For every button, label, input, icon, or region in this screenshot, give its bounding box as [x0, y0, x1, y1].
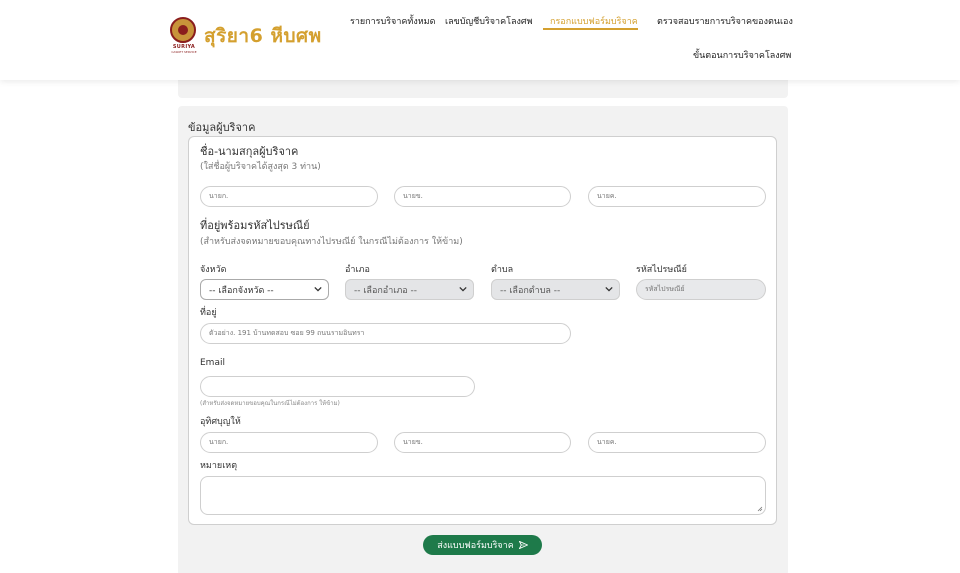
nav-bank-account[interactable]: เลขบัญชีบริจาคโลงศพ — [445, 14, 533, 28]
subdistrict-select[interactable]: -- เลือกตำบล -- — [491, 279, 620, 300]
donor-name-label: ชื่อ-นามสกุลผู้บริจาค — [200, 145, 299, 158]
chevron-down-icon — [459, 286, 467, 292]
donor-name-hint: (ใส่ชื่อผู้บริจาคได้สูงสุด 3 ท่าน) — [200, 162, 321, 172]
nav-donation-form[interactable]: กรอกแบบฟอร์มบริจาค — [550, 14, 638, 28]
chevron-down-icon — [605, 286, 613, 292]
district-label: อำเภอ — [345, 265, 370, 275]
dedication-label: อุทิศบุญให้ — [200, 417, 241, 427]
brand-name: สุริยา6 หีบศพ — [204, 25, 322, 47]
province-select[interactable]: -- เลือกจังหวัด -- — [200, 279, 329, 300]
dedication-input-1[interactable]: นายก. — [200, 432, 378, 453]
nav-check-my-donation[interactable]: ตรวจสอบรายการบริจาคของตนเอง — [657, 14, 793, 28]
district-select-value: -- เลือกอำเภอ -- — [354, 285, 418, 296]
nav-all-donations[interactable]: รายการบริจาคทั้งหมด — [350, 14, 435, 28]
address-input[interactable]: ตัวอย่าง. 191 บ้านทดสอบ ซอย 99 ถนนรามอิน… — [200, 323, 571, 344]
email-hint: (สำหรับส่งจดหมายขอบคุณในกรณีไม่ต้องการ ใ… — [200, 400, 340, 407]
province-label: จังหวัด — [200, 265, 227, 275]
address-section-hint: (สำหรับส่งจดหมายขอบคุณทางไปรษณีย์ ในกรณี… — [200, 237, 463, 247]
submit-label: ส่งแบบฟอร์มบริจาค — [437, 541, 514, 551]
subdistrict-label: ตำบล — [491, 265, 514, 275]
remarks-label: หมายเหตุ — [200, 461, 238, 471]
district-select[interactable]: -- เลือกอำเภอ -- — [345, 279, 474, 300]
subdistrict-select-value: -- เลือกตำบล -- — [500, 285, 561, 296]
address-label: ที่อยู่ — [200, 308, 217, 318]
logo-emblem-icon: SURIYA CASKET SERVICE — [170, 17, 198, 55]
nav-donation-steps[interactable]: ขั้นตอนการบริจาคโลงศพ — [693, 48, 791, 62]
chevron-down-icon — [314, 286, 322, 292]
dedication-input-3[interactable]: นายค. — [588, 432, 766, 453]
nav-active-underline — [543, 28, 638, 30]
remarks-textarea[interactable] — [200, 476, 766, 515]
email-label: Email — [200, 358, 225, 368]
dedication-input-2[interactable]: นายข. — [394, 432, 571, 453]
brand-logo[interactable]: SURIYA CASKET SERVICE สุริยา6 หีบศพ — [170, 17, 322, 55]
section-title: ข้อมูลผู้บริจาค — [188, 121, 256, 134]
submit-donation-button[interactable]: ส่งแบบฟอร์มบริจาค — [423, 535, 542, 555]
postcode-label: รหัสไปรษณีย์ — [636, 265, 687, 275]
province-select-value: -- เลือกจังหวัด -- — [209, 285, 274, 296]
top-navbar: SURIYA CASKET SERVICE สุริยา6 หีบศพ รายก… — [0, 0, 960, 80]
donor-name-input-1[interactable]: นายก. — [200, 186, 378, 207]
postcode-input[interactable]: รหัสไปรษณีย์ — [636, 279, 766, 300]
donor-name-input-3[interactable]: นายค. — [588, 186, 766, 207]
send-icon — [518, 541, 528, 549]
logo-subcaption: CASKET SERVICE — [171, 50, 197, 54]
resize-grip-icon[interactable] — [757, 506, 763, 512]
previous-panel-edge — [178, 80, 788, 98]
address-section-label: ที่อยู่พร้อมรหัสไปรษณีย์ — [200, 219, 310, 232]
email-input[interactable] — [200, 376, 475, 397]
donor-name-input-2[interactable]: นายข. — [394, 186, 571, 207]
